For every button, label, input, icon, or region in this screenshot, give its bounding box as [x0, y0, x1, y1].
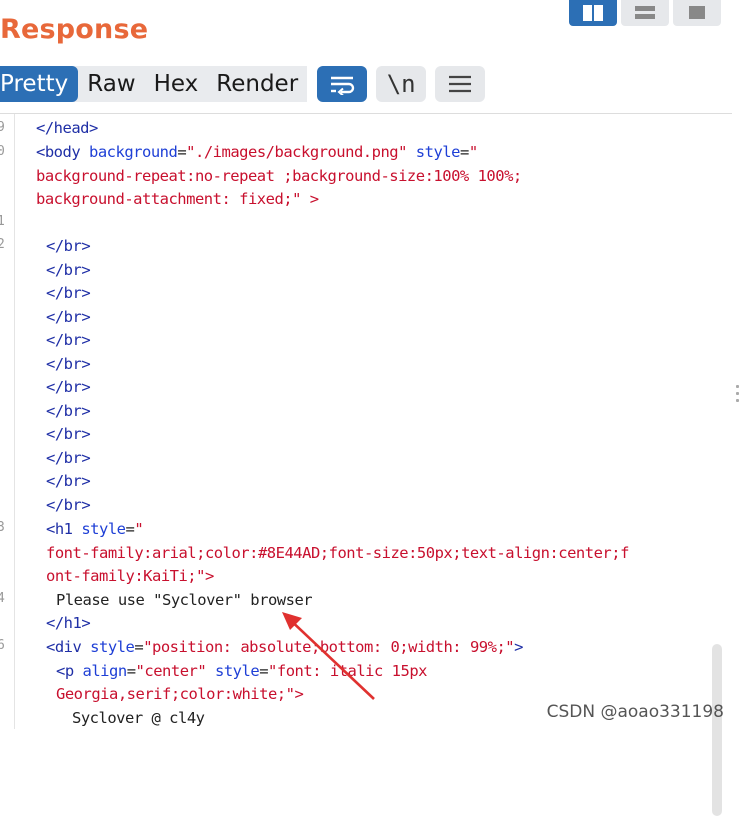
menu-button[interactable] — [435, 66, 486, 102]
code-line: background-repeat:no-repeat ;background-… — [36, 167, 522, 185]
line-number: 1 — [0, 214, 5, 229]
tab-pretty[interactable]: Pretty — [0, 66, 79, 102]
code-line: </br> — [46, 284, 91, 302]
view-tabs: Pretty Raw Hex Render \n — [0, 66, 494, 102]
tab-render[interactable]: Render — [207, 66, 308, 102]
code-line: </br> — [46, 378, 91, 396]
horizontal-view-icon[interactable] — [621, 0, 669, 26]
code-line: </br> — [46, 237, 91, 255]
annotation-arrow-icon — [282, 612, 375, 700]
code-line: </br> — [46, 495, 91, 514]
response-editor[interactable]: 9 0 1 2 3 4 6 </head> <body background="… — [0, 113, 732, 816]
layout-switcher — [569, 0, 721, 26]
hamburger-menu-icon — [449, 75, 472, 93]
view-tab-group: Pretty Raw Hex Render — [0, 66, 308, 102]
code-line: background-attachment: fixed;" > — [36, 190, 319, 208]
code-line: </br> — [46, 472, 91, 490]
line-number: 6 — [0, 638, 5, 653]
line-number-gutter: 9 0 1 2 3 4 6 — [0, 114, 15, 729]
tab-hex[interactable]: Hex — [144, 66, 208, 102]
code-line: <body background="./images/background.pn… — [36, 143, 478, 161]
code-line: </br> — [46, 354, 91, 373]
line-number: 9 — [0, 120, 5, 135]
single-view-icon[interactable] — [673, 0, 721, 26]
code-line: Syclover @ cl4y — [72, 709, 205, 727]
vertical-scrollbar[interactable] — [712, 644, 722, 816]
code-line: </br> — [46, 307, 91, 326]
line-number: 3 — [0, 520, 5, 535]
wrap-lines-button[interactable] — [317, 66, 368, 102]
line-number: 2 — [0, 237, 5, 252]
line-number: 4 — [0, 591, 5, 606]
code-line: </br> — [46, 425, 91, 443]
line-number: 0 — [0, 144, 5, 159]
code-line: </br> — [46, 331, 91, 349]
wrap-lines-icon — [331, 76, 355, 95]
code-line: font-family:arial;color:#8E44AD;font-siz… — [46, 544, 629, 562]
code-line: Georgia,serif;color:white;"> — [56, 685, 304, 703]
code-line: </br> — [46, 401, 91, 420]
response-title: Response — [0, 14, 149, 45]
split-view-icon[interactable] — [569, 0, 617, 26]
watermark: CSDN @aoao331198 — [546, 702, 724, 722]
code-line: </h1> — [46, 614, 91, 632]
code-line: ont-family:KaiTi;"> — [46, 567, 214, 585]
code-line: </head> — [36, 119, 98, 137]
code-line: <h1 style=" — [46, 520, 144, 538]
newline-toggle-button[interactable]: \n — [376, 66, 427, 102]
tab-raw[interactable]: Raw — [78, 66, 145, 102]
code-line: </br> — [46, 260, 91, 279]
code-line: </br> — [46, 448, 91, 467]
newline-label: \n — [386, 70, 416, 98]
